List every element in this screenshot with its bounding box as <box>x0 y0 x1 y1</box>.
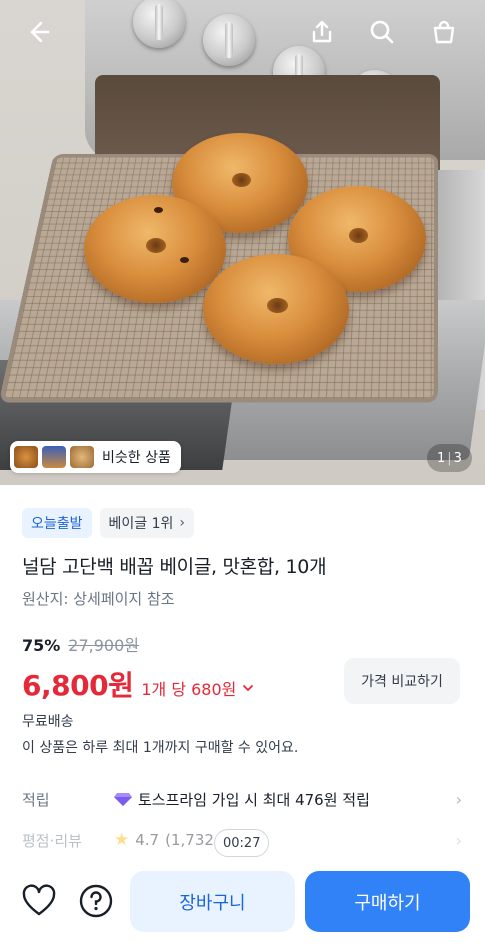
raisin <box>154 207 163 213</box>
share-icon <box>308 18 336 46</box>
timer-badge: 00:27 <box>214 829 269 857</box>
chevron-right-icon: › <box>179 515 185 531</box>
unit-price: 1개 당 680원 <box>141 676 236 700</box>
bagel <box>84 195 226 303</box>
reviews-value: ★ 4.7 (1,732 <box>114 830 448 850</box>
gem-icon <box>114 792 132 806</box>
price-row: 6,800원 1개 당 680원 <box>22 664 254 704</box>
total-pages: 3 <box>454 451 462 466</box>
discount-row: 75% 27,900원 <box>22 632 139 656</box>
ranking-badge[interactable]: 베이글 1위 › <box>100 508 195 538</box>
points-label: 적립 <box>22 789 114 810</box>
current-page: 1 <box>437 451 445 466</box>
chevron-down-icon <box>242 682 254 694</box>
points-row[interactable]: 적립 토스프라임 가입 시 최대 476원 적립 › <box>22 784 462 814</box>
shopping-bag-icon <box>430 18 458 46</box>
image-page-counter: 1 | 3 <box>427 444 472 472</box>
bagel <box>203 254 349 364</box>
similar-thumbnail <box>14 446 38 468</box>
cart-icon-button[interactable] <box>426 14 462 50</box>
review-count: (1,732 <box>165 831 214 849</box>
raisin <box>180 257 189 263</box>
sale-price: 6,800원 <box>22 664 133 704</box>
buy-now-button[interactable]: 구매하기 <box>305 871 470 932</box>
question-icon <box>77 882 115 920</box>
today-delivery-badge: 오늘출발 <box>22 508 92 538</box>
oven-knob <box>203 14 255 66</box>
points-value: 토스프라임 가입 시 최대 476원 적립 <box>114 789 448 810</box>
purchase-limit-notice: 이 상품은 하루 최대 1개까지 구매할 수 있어요. <box>22 737 298 757</box>
share-button[interactable] <box>304 14 340 50</box>
ranking-label: 베이글 1위 <box>109 513 174 533</box>
search-button[interactable] <box>364 14 400 50</box>
similar-products-label: 비슷한 상품 <box>102 447 171 467</box>
chevron-right-icon: › <box>448 790 462 809</box>
unit-price-toggle[interactable]: 1개 당 680원 <box>141 676 254 700</box>
oven-knob <box>133 0 185 48</box>
help-button[interactable] <box>77 882 115 920</box>
product-title: 널담 고단백 배꼽 베이글, 맛혼합, 10개 <box>22 552 326 579</box>
free-shipping-label: 무료배송 <box>22 711 74 731</box>
points-text: 토스프라임 가입 시 최대 476원 적립 <box>138 789 370 810</box>
back-button[interactable] <box>20 14 56 50</box>
page-separator: | <box>447 451 451 466</box>
badge-row: 오늘출발 베이글 1위 › <box>22 508 194 538</box>
similar-thumbnail <box>70 446 94 468</box>
product-origin: 원산지: 상세페이지 참조 <box>22 588 175 609</box>
heart-icon <box>20 882 58 920</box>
original-price: 27,900원 <box>68 632 139 656</box>
product-image[interactable]: 비슷한 상품 1 | 3 <box>0 0 485 485</box>
discount-rate: 75% <box>22 636 60 655</box>
back-arrow-icon <box>24 18 52 46</box>
star-icon: ★ <box>114 830 129 850</box>
chevron-right-icon: › <box>448 831 462 850</box>
reviews-label: 평점·리뷰 <box>22 830 114 851</box>
rating-value: 4.7 <box>135 831 159 849</box>
wishlist-button[interactable] <box>20 882 58 920</box>
add-to-cart-button[interactable]: 장바구니 <box>130 871 295 932</box>
search-icon <box>368 18 396 46</box>
price-compare-button[interactable]: 가격 비교하기 <box>344 658 460 704</box>
similar-thumbnail <box>42 446 66 468</box>
similar-products-button[interactable]: 비슷한 상품 <box>10 441 181 473</box>
